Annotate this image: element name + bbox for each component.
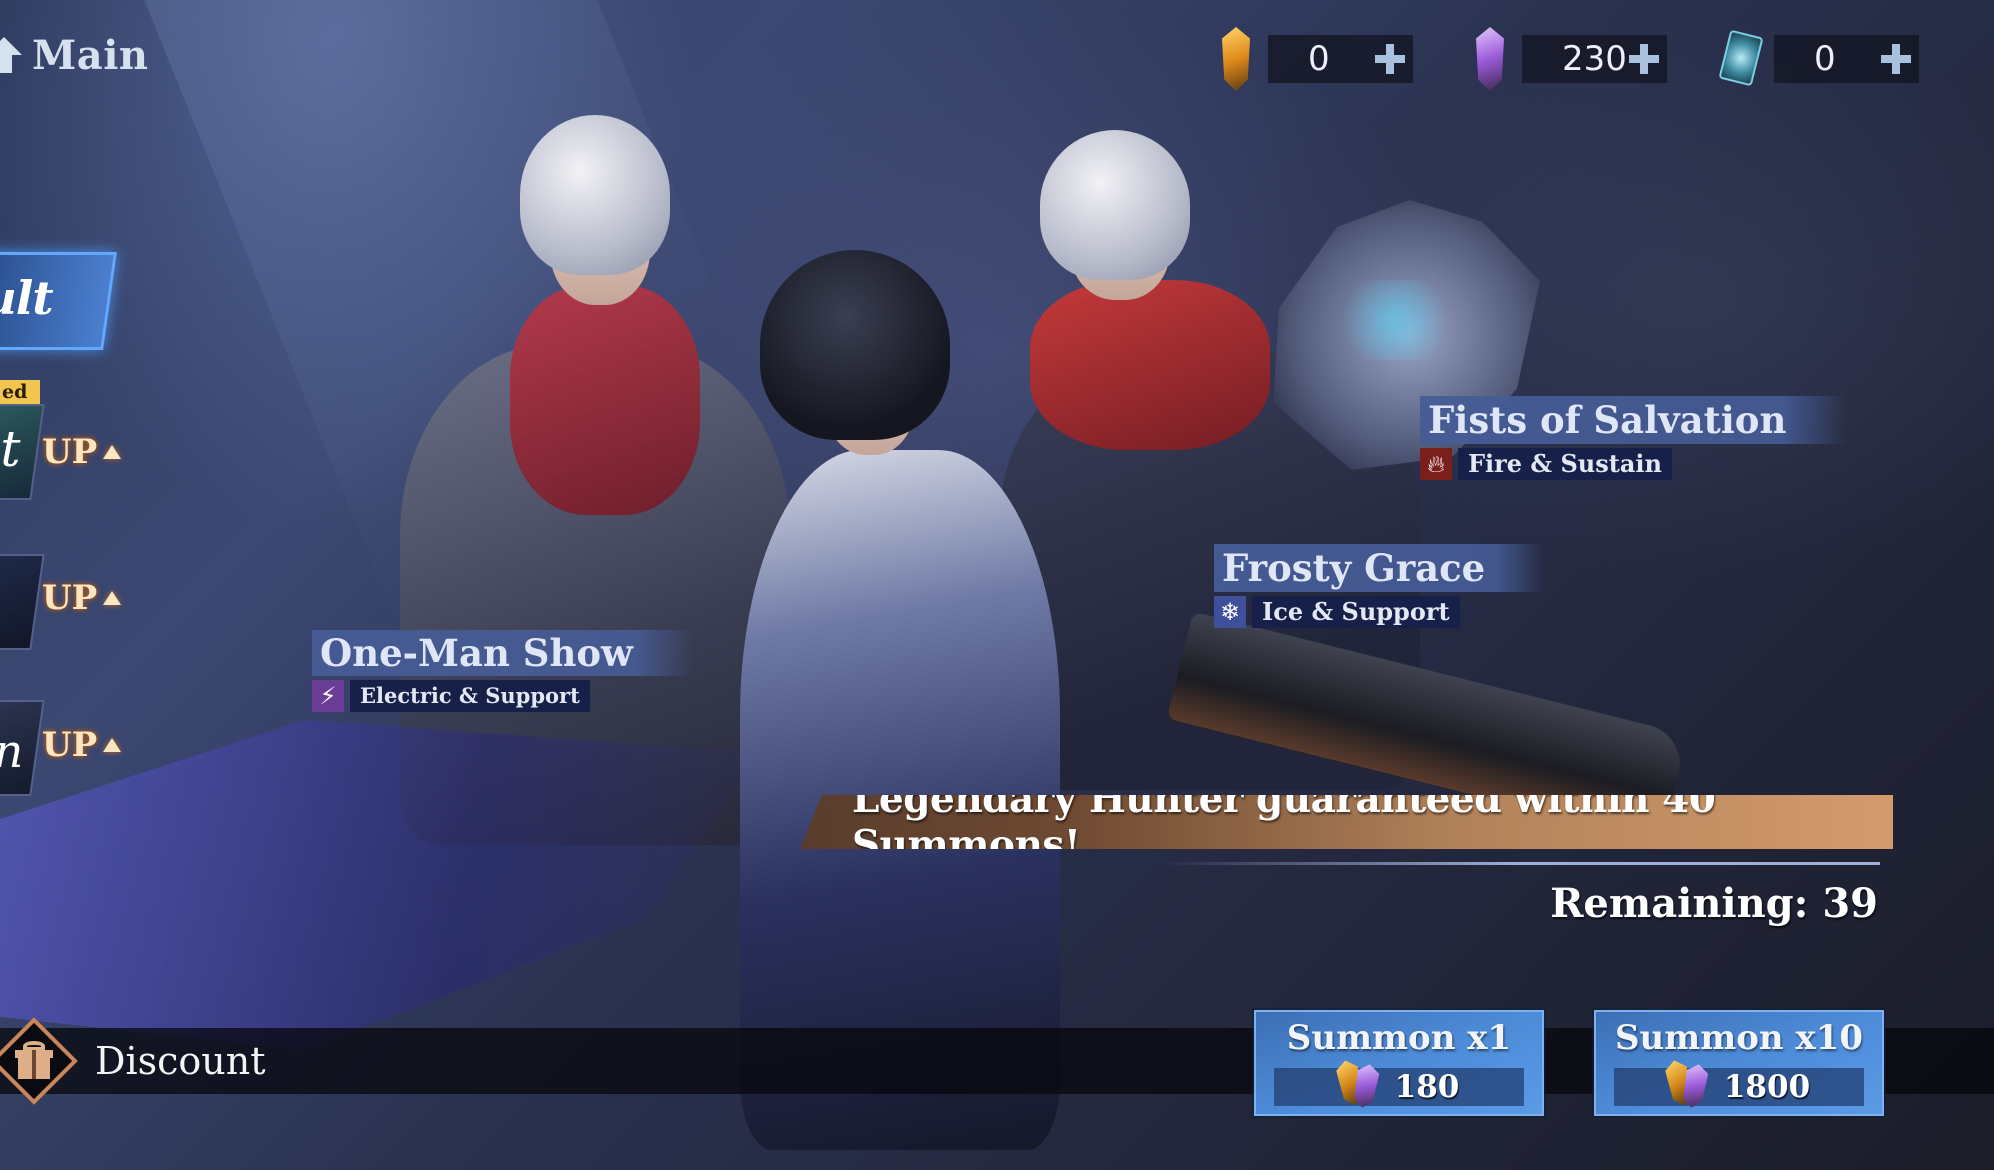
- rate-up-indicator: UP: [42, 578, 122, 618]
- discount-label: Discount: [95, 1039, 266, 1083]
- currency-ticket: 0: [1718, 29, 1919, 87]
- back-to-main-button[interactable]: Main: [0, 28, 148, 82]
- rate-up-indicator: UP: [42, 725, 122, 765]
- summon-cost: 1800: [1723, 1069, 1811, 1105]
- hunter-label-frosty-grace[interactable]: Frosty Grace ❄ Ice & Support: [1214, 544, 1546, 628]
- currency-gold: 0: [1218, 27, 1413, 91]
- add-summon-ticket-button[interactable]: [1881, 44, 1911, 74]
- hunter-name: Fists of Salvation: [1428, 398, 1787, 442]
- hunter-name: Frosty Grace: [1222, 546, 1486, 590]
- banner-tab-label: ult: [0, 271, 53, 325]
- snowflake-icon: ❄: [1214, 596, 1246, 628]
- crystal-pair-icon: [1668, 1060, 1708, 1108]
- hunter-name: One-Man Show: [320, 631, 633, 675]
- lightning-icon: ⚡︎: [312, 680, 344, 712]
- currency-value: 230: [1562, 39, 1627, 79]
- summon-ticket-icon: [1718, 27, 1764, 91]
- home-arrow-icon: [0, 37, 22, 73]
- rate-up-indicator: UP: [42, 432, 122, 472]
- add-gold-crystal-button[interactable]: [1375, 44, 1405, 74]
- hunter-element: Ice & Support: [1252, 596, 1460, 628]
- hunter-element: Electric & Support: [350, 680, 590, 712]
- hunter-label-fists-of-salvation[interactable]: Fists of Salvation 🔥︎ Fire & Sustain: [1420, 396, 1847, 480]
- up-arrow-icon: [103, 445, 122, 459]
- pity-remaining-count: Remaining: 39: [1550, 880, 1878, 927]
- hunter-element: Fire & Sustain: [1458, 448, 1672, 480]
- currency-violet: 230: [1472, 27, 1667, 91]
- summon-label: Summon x1: [1286, 1018, 1512, 1058]
- back-label: Main: [32, 31, 149, 79]
- summon-x10-button[interactable]: Summon x10 1800: [1594, 1010, 1884, 1116]
- hunter-label-one-man-show[interactable]: One-Man Show ⚡︎ Electric & Support: [312, 630, 693, 712]
- up-arrow-icon: [103, 591, 122, 605]
- gold-crystal-icon: [1218, 27, 1254, 91]
- pity-guarantee-banner: Legendary Hunter guaranteed within 40 Su…: [800, 795, 1890, 849]
- discount-button[interactable]: Discount: [0, 1017, 266, 1105]
- gift-icon: [14, 1041, 54, 1081]
- banner-tab-selected[interactable]: ult: [0, 252, 117, 350]
- up-arrow-icon: [103, 738, 122, 752]
- summon-label: Summon x10: [1614, 1018, 1864, 1058]
- banner-tab-label: t: [0, 420, 21, 478]
- banner-edge-accent: [1888, 795, 1893, 849]
- add-violet-crystal-button[interactable]: [1629, 44, 1659, 74]
- fire-icon: 🔥︎: [1420, 448, 1452, 480]
- banner-tab-badge: ed: [0, 380, 40, 404]
- currency-value: 0: [1814, 39, 1836, 79]
- divider-line: [1160, 862, 1880, 865]
- summon-cost: 180: [1394, 1069, 1460, 1105]
- summon-x1-button[interactable]: Summon x1 180: [1254, 1010, 1544, 1116]
- violet-crystal-icon: [1472, 27, 1508, 91]
- banner-tab-label: n: [0, 724, 24, 778]
- currency-value: 0: [1308, 39, 1330, 79]
- gift-icon-frame: [0, 1017, 78, 1105]
- crystal-pair-icon: [1339, 1060, 1379, 1108]
